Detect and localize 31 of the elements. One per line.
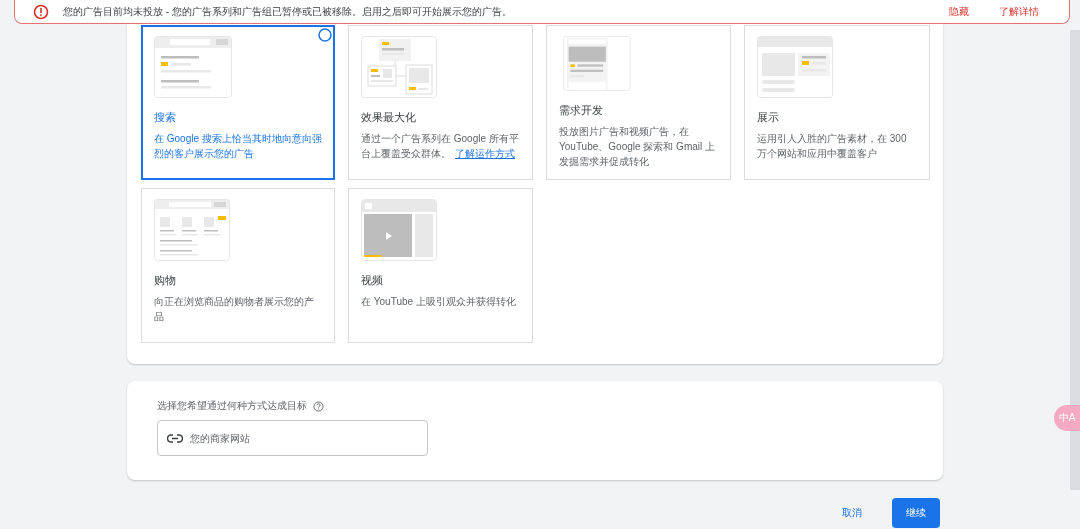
link-icon: [167, 434, 183, 443]
campaign-type-card[interactable]: 效果最大化 通过一个广告系列在 Google 所有平台上覆盖受众群体。 了解运作方式: [348, 25, 533, 180]
selected-check-icon: [318, 28, 332, 42]
card-description: 通过一个广告系列在 Google 所有平台上覆盖受众群体。 了解运作方式: [361, 132, 520, 161]
card-title: 搜索: [154, 110, 177, 125]
campaign-type-card[interactable]: 视频 在 YouTube 上吸引观众并获得转化: [348, 188, 533, 343]
card-description: 向正在浏览商品的购物者展示您的产品: [154, 295, 315, 324]
scrollbar[interactable]: [1070, 30, 1080, 490]
card-description: 投放图片广告和视频广告，在 YouTube、Google 探索和 Gmail 上发掘需求并促成转化: [559, 125, 716, 169]
card-description: 运用引人入胜的广告素材，在 300 万个网站和应用中覆盖客户: [757, 132, 908, 161]
error-icon: [33, 3, 49, 20]
campaign-type-card[interactable]: 需求开发 投放图片广告和视频广告，在 YouTube、Google 探索和 Gmail 上发掘需求并促成转化: [546, 25, 731, 180]
card-description: 在 YouTube 上吸引观众并获得转化: [361, 295, 517, 309]
learn-more-link[interactable]: 了解运作方式: [455, 148, 515, 159]
alert-action-link[interactable]: 隐藏: [949, 4, 969, 19]
campaign-type-card[interactable]: 搜索 在 Google 搜索上恰当其时地向意向强烈的客户展示您的广告: [141, 25, 335, 180]
card-title: 展示: [757, 110, 780, 125]
alert-action-link[interactable]: 了解详情: [999, 4, 1039, 19]
help-icon[interactable]: [313, 400, 324, 412]
card-title: 需求开发: [559, 103, 604, 118]
alert-message: 您的广告目前均未投放 - 您的广告系列和广告组已暂停或已被移除。启用之后即可开始展示您的广告。: [63, 4, 513, 19]
website-field[interactable]: 您的商家网站: [157, 420, 428, 456]
card-title: 效果最大化: [361, 110, 417, 125]
card-title: 购物: [154, 273, 177, 288]
card-description: 在 Google 搜索上恰当其时地向意向强烈的客户展示您的广告: [154, 132, 322, 161]
campaign-type-card[interactable]: 展示 运用引人入胜的广告素材，在 300 万个网站和应用中覆盖客户: [744, 25, 930, 180]
card-title: 视频: [361, 273, 384, 288]
goal-label: 选择您希望通过何种方式达成目标: [157, 399, 307, 413]
continue-button[interactable]: 继续: [892, 498, 940, 528]
cancel-button[interactable]: 取消: [832, 498, 872, 528]
campaign-type-card[interactable]: 购物 向正在浏览商品的购物者展示您的产品: [141, 188, 335, 343]
